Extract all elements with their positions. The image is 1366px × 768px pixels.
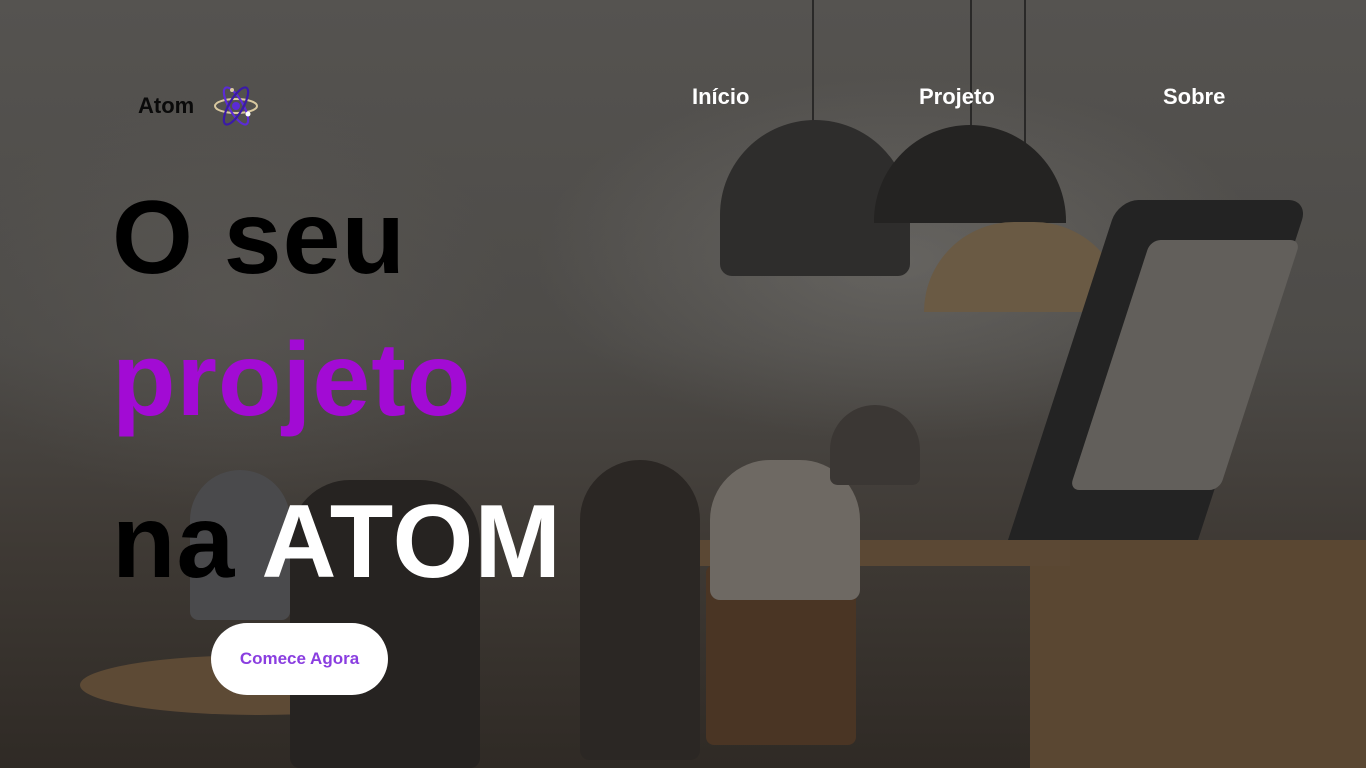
hero-heading-line-3: na ATOM	[112, 490, 562, 594]
nav-link-projeto[interactable]: Projeto	[919, 84, 995, 110]
atom-icon	[214, 86, 259, 126]
hero-heading-brand: ATOM	[261, 484, 562, 600]
hero-heading-prefix: na	[112, 484, 262, 600]
brand-name: Atom	[138, 93, 195, 118]
start-now-button[interactable]: Comece Agora	[211, 623, 388, 695]
nav-link-inicio[interactable]: Início	[692, 84, 749, 110]
hero-heading-line-1: O seu	[112, 180, 406, 296]
nav-link-sobre[interactable]: Sobre	[1163, 84, 1225, 110]
hero-heading-line-2: projeto	[112, 322, 472, 438]
brand-logo[interactable]: Atom	[138, 84, 260, 128]
